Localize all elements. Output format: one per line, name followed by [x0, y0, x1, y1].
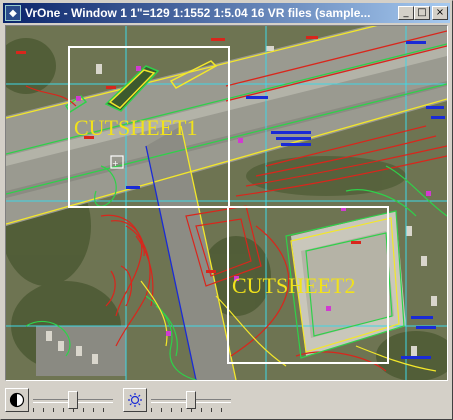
brightness-slider-thumb[interactable] — [186, 391, 196, 409]
contrast-icon — [9, 392, 25, 408]
minimize-button[interactable]: _ — [398, 6, 414, 20]
window-title: VrOne - Window 1 1"=129 1:1552 1:5.04 16… — [25, 6, 371, 20]
bottom-toolbar — [5, 385, 448, 415]
close-button[interactable]: × — [432, 6, 448, 20]
map-viewport[interactable]: + CUTSHEET1 CUTSHEET2 — [5, 25, 448, 381]
brightness-slider[interactable] — [151, 388, 231, 412]
maximize-button[interactable]: □ — [414, 6, 430, 20]
brightness-button[interactable] — [123, 388, 147, 412]
contrast-slider-thumb[interactable] — [68, 391, 78, 409]
contrast-button[interactable] — [5, 388, 29, 412]
svg-text:+: + — [112, 159, 119, 168]
title-bar[interactable]: ◆ VrOne - Window 1 1"=129 1:1552 1:5.04 … — [3, 3, 450, 23]
brightness-icon — [128, 393, 142, 407]
vrone-window: ◆ VrOne - Window 1 1"=129 1:1552 1:5.04 … — [0, 0, 453, 420]
aerial-map[interactable]: + CUTSHEET1 CUTSHEET2 — [6, 26, 447, 380]
app-icon[interactable]: ◆ — [5, 5, 21, 21]
cutsheet-1-label: CUTSHEET1 — [74, 115, 197, 140]
contrast-slider[interactable] — [33, 388, 113, 412]
cutsheet-2-label: CUTSHEET2 — [232, 273, 355, 298]
